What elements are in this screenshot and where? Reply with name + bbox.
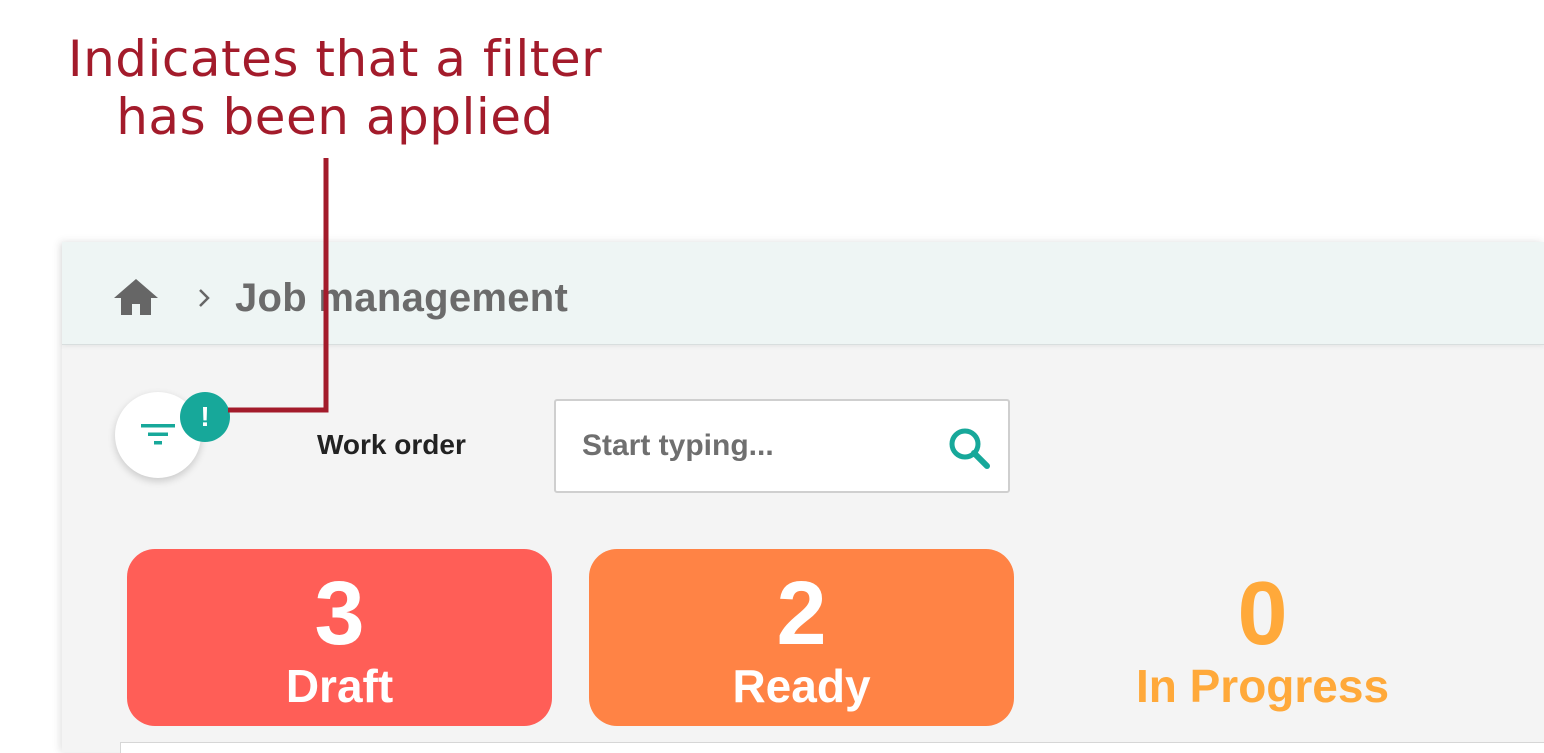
annotation-line-1: Indicates that a filter: [67, 30, 603, 88]
filter-applied-badge: !: [180, 392, 230, 442]
breadcrumb: Job management: [62, 242, 1544, 345]
home-icon[interactable]: [112, 277, 160, 317]
work-order-search-input[interactable]: [556, 401, 926, 491]
annotation-callout: Indicates that a filter has been applied: [20, 30, 650, 146]
filter-icon: [141, 424, 175, 445]
status-count: 3: [314, 564, 365, 664]
annotation-line-2: has been applied: [116, 88, 554, 146]
status-count: 0: [1237, 564, 1288, 664]
work-order-label: Work order: [317, 429, 466, 460]
status-count: 2: [776, 564, 827, 664]
breadcrumb-current: Job management: [235, 276, 569, 320]
status-label: Draft: [285, 660, 394, 712]
status-card-ready[interactable]: 2 Ready: [589, 549, 1014, 726]
status-card-in-progress[interactable]: 0 In Progress: [1050, 549, 1475, 726]
status-card-draft[interactable]: 3 Draft: [127, 549, 552, 726]
work-order-search: [554, 399, 1010, 493]
job-list-top: [120, 742, 1544, 753]
job-management-panel: Job management ! Work order 3 Draft 2 Re…: [62, 242, 1544, 753]
status-label: Ready: [732, 660, 871, 712]
chevron-right-icon: [199, 289, 210, 307]
status-label: In Progress: [1135, 660, 1390, 712]
search-icon[interactable]: [946, 425, 992, 471]
